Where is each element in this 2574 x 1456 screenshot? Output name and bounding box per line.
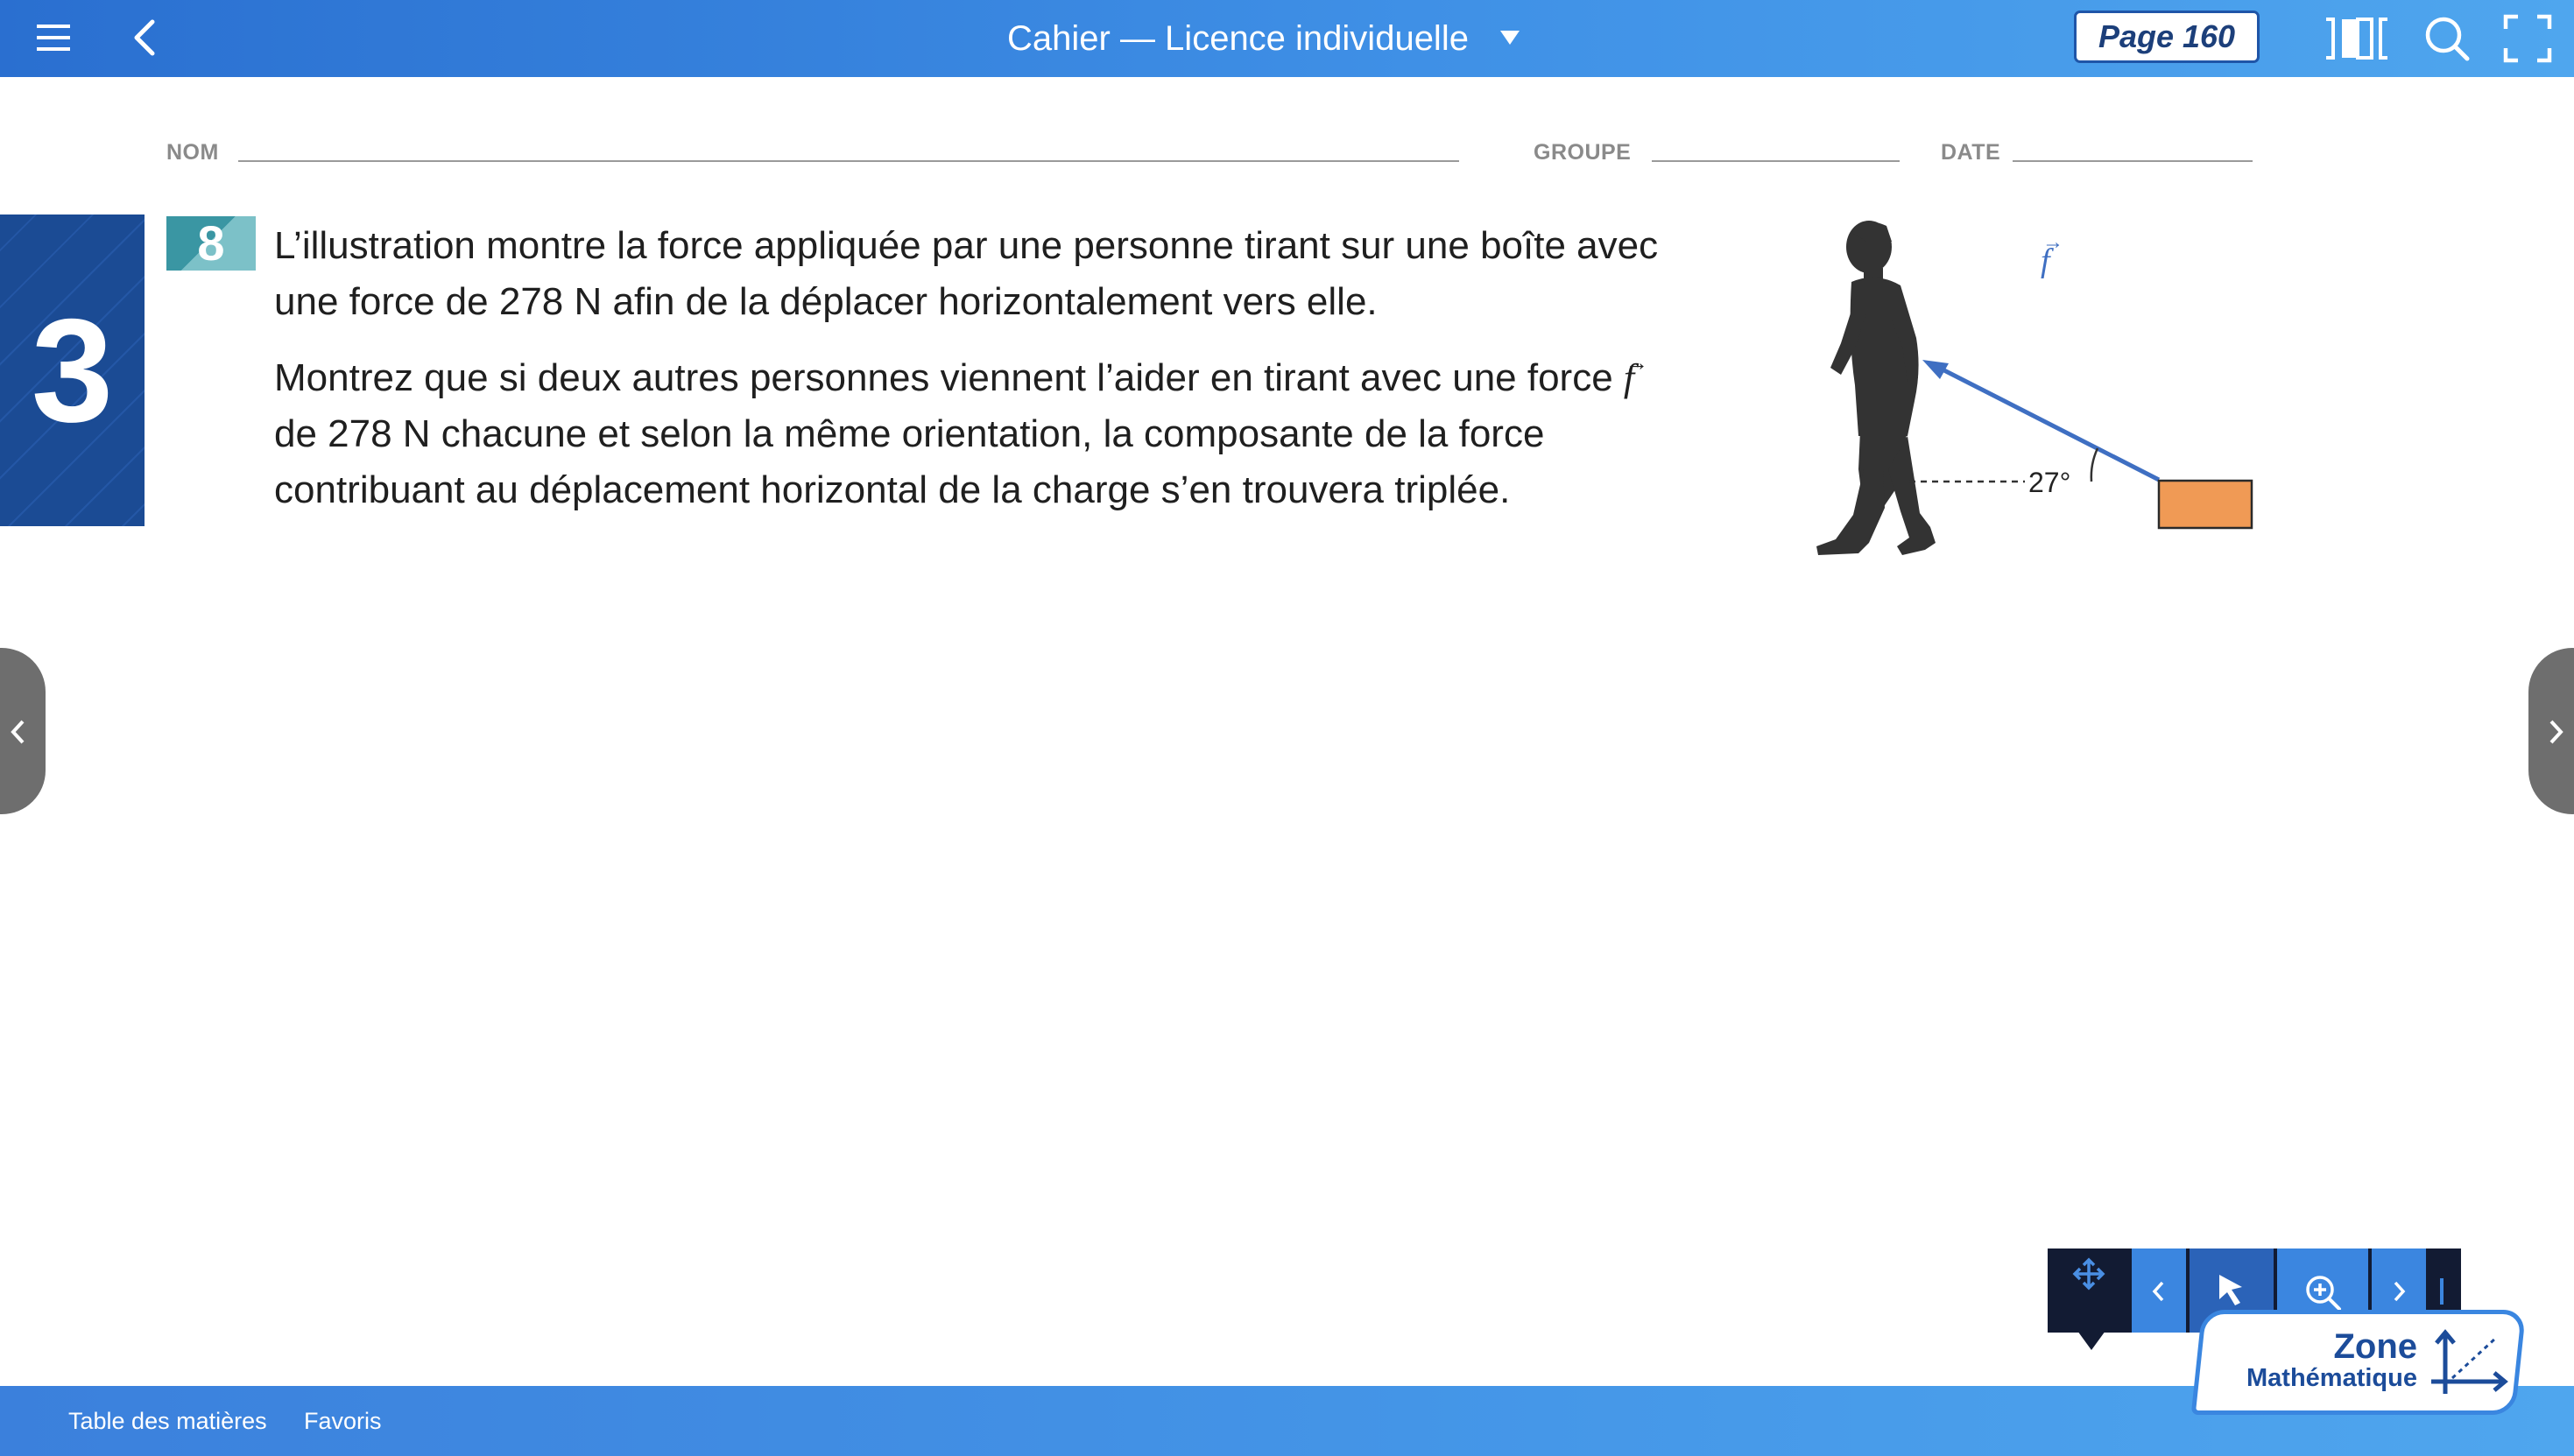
chevron-right-icon bbox=[2549, 720, 2563, 744]
problem-line: L’illustration montre la force appliquée… bbox=[274, 224, 1659, 267]
chevron-left-icon bbox=[2152, 1281, 2164, 1302]
bottom-bar: Table des matières Favoris bbox=[0, 1386, 2574, 1456]
move-icon bbox=[2072, 1257, 2105, 1291]
name-field-label: NOM bbox=[166, 140, 219, 165]
zone-math-title: Zone bbox=[2333, 1327, 2417, 1366]
problem-line: contribuant au déplacement horizontal de… bbox=[274, 468, 1511, 511]
angle-arc bbox=[2090, 447, 2099, 482]
box-rectangle bbox=[2157, 479, 2253, 530]
date-field-line bbox=[2013, 160, 2253, 162]
problem-paragraph-1: L’illustration montre la force appliquée… bbox=[274, 218, 1745, 330]
force-vector-symbol: → f bbox=[1624, 350, 1648, 399]
table-of-contents-link[interactable]: Table des matières bbox=[68, 1386, 267, 1456]
pointer-icon bbox=[2219, 1275, 2242, 1305]
next-page-button[interactable] bbox=[2528, 648, 2574, 814]
fullscreen-icon[interactable] bbox=[2503, 14, 2552, 63]
force-arrowhead bbox=[1922, 360, 1949, 379]
back-chevron-icon[interactable] bbox=[130, 18, 161, 58]
caret-down-icon[interactable] bbox=[1499, 30, 1520, 46]
zone-math-subtitle: Mathématique bbox=[2246, 1364, 2417, 1392]
chapter-tab: 3 bbox=[0, 215, 145, 526]
walking-person-silhouette bbox=[1816, 221, 1936, 555]
group-field-line bbox=[1652, 160, 1900, 162]
previous-page-button[interactable] bbox=[0, 648, 46, 814]
problem-line: une force de 278 N afin de la déplacer h… bbox=[274, 280, 1378, 323]
chapter-number: 3 bbox=[31, 287, 114, 453]
axes-icon bbox=[2431, 1329, 2508, 1394]
favorites-link[interactable]: Favoris bbox=[304, 1386, 382, 1456]
chevron-right-icon bbox=[2394, 1281, 2406, 1302]
group-field-label: GROUPE bbox=[1534, 140, 1632, 165]
toolbar-prev-button[interactable] bbox=[2132, 1249, 2186, 1333]
name-field-line bbox=[238, 160, 1459, 162]
problem-paragraph-2: Montrez que si deux autres personnes vie… bbox=[274, 350, 1745, 518]
toolbar-pointer-tail bbox=[2077, 1331, 2105, 1350]
toolbar-divider bbox=[2440, 1278, 2444, 1305]
hamburger-menu-icon[interactable] bbox=[35, 19, 72, 56]
problem-line-text: Montrez que si deux autres personnes vie… bbox=[274, 356, 1613, 399]
chevron-left-icon bbox=[11, 720, 25, 744]
force-arrow-line bbox=[1936, 364, 2161, 482]
move-handle[interactable] bbox=[2048, 1249, 2132, 1333]
two-page-view-icon[interactable] bbox=[2323, 16, 2391, 61]
date-field-label: DATE bbox=[1941, 140, 2001, 165]
problem-number-badge: 8 bbox=[166, 216, 256, 271]
search-icon[interactable] bbox=[2422, 14, 2472, 63]
force-illustration: 27° → f bbox=[1816, 221, 2253, 555]
document-title[interactable]: Cahier — Licence individuelle bbox=[1007, 0, 1469, 77]
problem-line: de 278 N chacune et selon la même orient… bbox=[274, 412, 1545, 455]
vector-arrow: → bbox=[1625, 350, 1648, 376]
problem-line: Montrez que si deux autres personnes vie… bbox=[274, 350, 1745, 406]
page-number-box[interactable]: Page 160 bbox=[2074, 11, 2260, 63]
top-bar: Cahier — Licence individuelle Page 160 bbox=[0, 0, 2574, 77]
zoom-in-icon bbox=[2306, 1276, 2341, 1311]
angle-label: 27° bbox=[2028, 467, 2070, 498]
